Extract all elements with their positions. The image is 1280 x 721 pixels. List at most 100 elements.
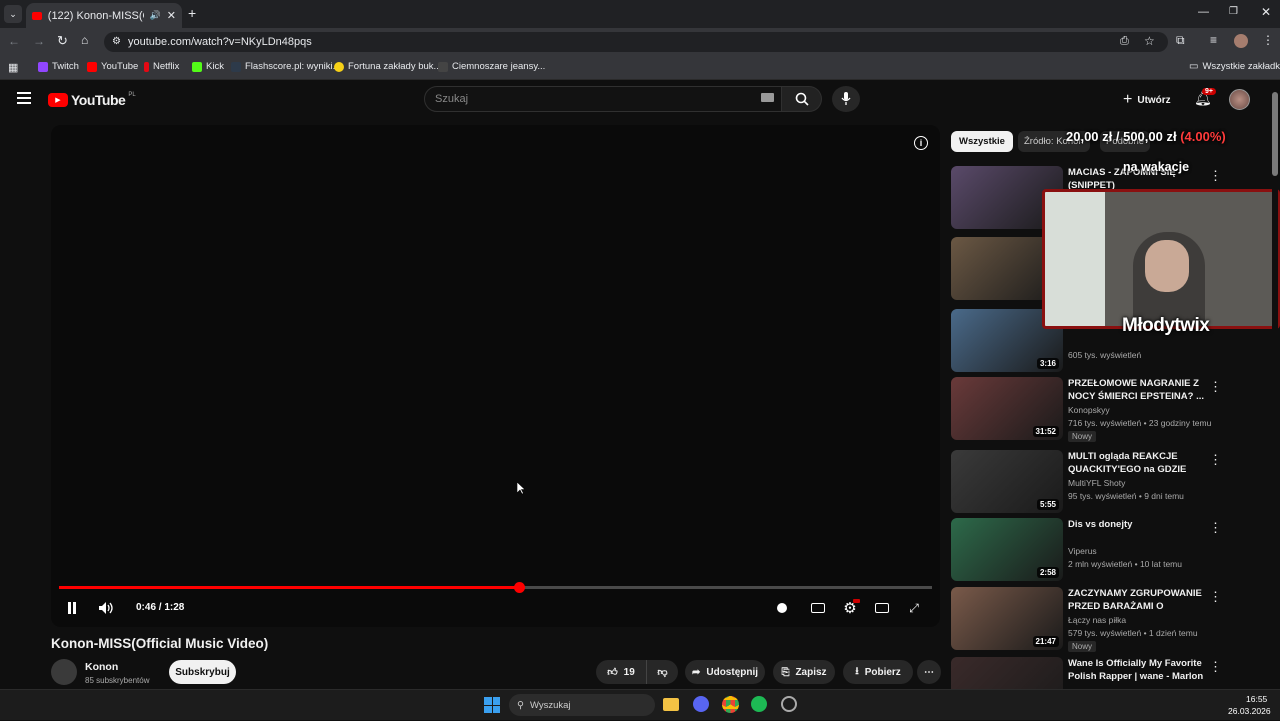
site-info-icon[interactable]: ⚙ bbox=[112, 36, 121, 47]
tab-close-icon[interactable]: ✕ bbox=[167, 9, 176, 22]
hamburger-menu-icon[interactable] bbox=[17, 92, 31, 104]
bookmark-star-icon[interactable]: ☆ bbox=[1144, 34, 1155, 48]
more-vertical-icon[interactable]: ⋮ bbox=[1209, 168, 1222, 184]
streamer-webcam bbox=[1042, 189, 1280, 329]
taskbar-search-input[interactable]: ⚲ Wyszukaj bbox=[509, 694, 655, 716]
theater-mode-button[interactable] bbox=[872, 598, 892, 618]
profile-avatar[interactable] bbox=[1234, 34, 1248, 48]
recommended-video-title[interactable]: MULTI ogląda REAKCJE QUACKITY'EGO na GDZ… bbox=[1068, 450, 1208, 476]
more-vertical-icon[interactable]: ⋮ bbox=[1209, 589, 1222, 605]
like-button[interactable]: 👍︎ 19 bbox=[596, 660, 646, 684]
apps-grid-icon[interactable]: ▦ bbox=[8, 61, 18, 74]
browser-menu-icon[interactable]: ⋮ bbox=[1262, 33, 1274, 47]
recommended-video-item[interactable]: 5:55 MULTI ogląda REAKCJE QUACKITY'EGO na… bbox=[951, 450, 1271, 514]
spotify-icon[interactable] bbox=[751, 696, 767, 712]
filter-chip-all[interactable]: Wszystkie bbox=[951, 131, 1013, 152]
autoplay-toggle[interactable] bbox=[772, 598, 792, 618]
video-thumbnail[interactable]: 5:55 bbox=[951, 450, 1063, 513]
scrollbar-thumb[interactable] bbox=[1272, 92, 1278, 176]
steam-icon[interactable] bbox=[781, 696, 797, 712]
video-info-icon[interactable]: i bbox=[914, 136, 928, 150]
keyboard-icon[interactable] bbox=[761, 93, 774, 102]
recommended-video-title[interactable]: PRZEŁOMOWE NAGRANIE Z NOCY ŚMIERCI EPSTE… bbox=[1068, 377, 1208, 403]
more-vertical-icon[interactable]: ⋮ bbox=[1209, 659, 1222, 675]
video-thumbnail[interactable]: 31:52 bbox=[951, 377, 1063, 440]
forward-button[interactable]: → bbox=[33, 34, 45, 48]
dislike-button[interactable]: 👎︎ bbox=[646, 660, 678, 684]
pause-icon bbox=[68, 602, 76, 614]
progress-scrubber-handle[interactable] bbox=[514, 582, 526, 593]
clock-date[interactable]: 26.03.2026 bbox=[1228, 706, 1271, 716]
voice-search-button[interactable] bbox=[832, 86, 860, 112]
bookmark-flashscore[interactable]: Flashscore.pl: wyniki... bbox=[231, 61, 341, 72]
youtube-icon bbox=[87, 61, 97, 72]
discord-icon[interactable] bbox=[693, 696, 709, 712]
page-scrollbar[interactable] bbox=[1272, 86, 1278, 686]
file-explorer-icon[interactable] bbox=[663, 698, 679, 711]
channel-avatar[interactable] bbox=[51, 659, 77, 685]
close-window-button[interactable]: ✕ bbox=[1261, 5, 1271, 19]
subscribe-button[interactable]: Subskrybuj bbox=[169, 660, 236, 684]
video-duration-badge: 3:16 bbox=[1036, 358, 1059, 369]
account-avatar[interactable] bbox=[1229, 89, 1250, 110]
recommended-channel-name[interactable]: Łączy nas piłka bbox=[1068, 615, 1126, 625]
recommended-channel-name[interactable]: MultiYFL Shoty bbox=[1068, 478, 1125, 488]
bookmark-youtube[interactable]: YouTube bbox=[87, 61, 138, 72]
recommended-video-item[interactable]: 2:58 Dis vs donejty Viperus 2 mln wyświetle… bbox=[951, 518, 1271, 582]
audio-playing-icon[interactable]: 🔊 bbox=[150, 10, 161, 21]
create-button[interactable]: + Utwórz bbox=[1123, 91, 1171, 109]
tab-search-button[interactable]: ⌄ bbox=[4, 5, 22, 23]
reload-button[interactable]: ↻ bbox=[57, 33, 68, 49]
bookmark-kick[interactable]: Kick bbox=[192, 61, 224, 72]
search-input[interactable]: Szukaj bbox=[424, 86, 782, 112]
bookmark-jeans[interactable]: Ciemnoszare jeansy... bbox=[438, 61, 545, 72]
bookmark-fortuna[interactable]: Fortuna zakłady buk... bbox=[334, 61, 441, 72]
fullscreen-button[interactable]: ⤢ bbox=[904, 598, 924, 618]
youtube-logo[interactable]: ▶ YouTube PL bbox=[48, 92, 136, 108]
video-thumbnail[interactable]: 21:47 bbox=[951, 587, 1063, 650]
minimize-button[interactable]: — bbox=[1198, 6, 1209, 18]
more-actions-button[interactable]: ⋯ bbox=[917, 660, 941, 684]
recommended-channel-name[interactable]: Konopskyy bbox=[1068, 405, 1110, 415]
more-vertical-icon[interactable]: ⋮ bbox=[1209, 520, 1222, 536]
address-bar[interactable]: ⚙ youtube.com/watch?v=NKyLDn48pqs ⎙ ☆ bbox=[104, 32, 1168, 52]
back-button[interactable]: ← bbox=[8, 34, 20, 48]
time-display: 0:46 / 1:28 bbox=[136, 602, 185, 613]
new-tab-button[interactable]: + bbox=[188, 5, 196, 21]
windows-start-icon[interactable] bbox=[484, 697, 500, 713]
maximize-button[interactable]: ❐ bbox=[1229, 6, 1238, 17]
video-title: Konon-MISS(Official Music Video) bbox=[51, 636, 269, 651]
recommended-video-item[interactable]: 21:47 ZACZYNAMY ZGRUPOWANIE PRZED BARAŻAM… bbox=[951, 587, 1271, 652]
recommended-video-item[interactable]: 31:52 PRZEŁOMOWE NAGRANIE Z NOCY ŚMIERCI … bbox=[951, 377, 1271, 442]
volume-icon bbox=[99, 602, 113, 614]
bookmarks-bar: ▦ Twitch YouTube Netflix Kick Flashscore… bbox=[0, 56, 1280, 80]
subtitles-button[interactable] bbox=[808, 598, 828, 618]
reading-list-icon[interactable]: ≡ bbox=[1210, 33, 1217, 47]
install-app-icon[interactable]: ⎙ bbox=[1120, 35, 1129, 48]
video-player[interactable]: i bbox=[51, 125, 940, 627]
notifications-button[interactable]: 🔔︎ 9+ bbox=[1194, 88, 1216, 107]
chrome-icon[interactable] bbox=[722, 696, 739, 713]
extensions-icon[interactable]: ⧉ bbox=[1176, 33, 1185, 48]
search-button[interactable] bbox=[782, 86, 822, 112]
home-button[interactable]: ⌂ bbox=[81, 33, 88, 47]
download-button[interactable]: ⭳ Pobierz bbox=[843, 660, 913, 684]
recommended-video-title[interactable]: ZACZYNAMY ZGRUPOWANIE PRZED BARAŻAMI O M… bbox=[1068, 587, 1208, 613]
pause-button[interactable] bbox=[62, 598, 82, 618]
more-vertical-icon[interactable]: ⋮ bbox=[1209, 452, 1222, 468]
clock-time[interactable]: 16:55 bbox=[1246, 694, 1267, 704]
channel-name[interactable]: Konon bbox=[85, 661, 118, 673]
recommended-channel-name[interactable]: Viperus bbox=[1068, 546, 1097, 556]
more-vertical-icon[interactable]: ⋮ bbox=[1209, 379, 1222, 395]
recommended-video-title[interactable]: Dis vs donejty bbox=[1068, 518, 1208, 531]
browser-tab-active[interactable]: (122) Konon-MISS(Official M 🔊 ✕ bbox=[26, 3, 182, 28]
all-bookmarks-folder[interactable]: ▭ Wszystkie zakładki bbox=[1189, 61, 1280, 72]
save-button[interactable]: ⎘ Zapisz bbox=[773, 660, 835, 684]
volume-button[interactable] bbox=[97, 598, 117, 618]
bookmark-twitch[interactable]: Twitch bbox=[38, 61, 79, 72]
share-button[interactable]: ➦ Udostępnij bbox=[685, 660, 765, 684]
video-thumbnail[interactable]: 2:58 bbox=[951, 518, 1063, 581]
recommended-video-title[interactable]: Wane Is Officially My Favorite Polish Ra… bbox=[1068, 657, 1208, 683]
bookmark-netflix[interactable]: Netflix bbox=[144, 61, 179, 72]
settings-button[interactable]: ⚙ bbox=[840, 598, 860, 618]
